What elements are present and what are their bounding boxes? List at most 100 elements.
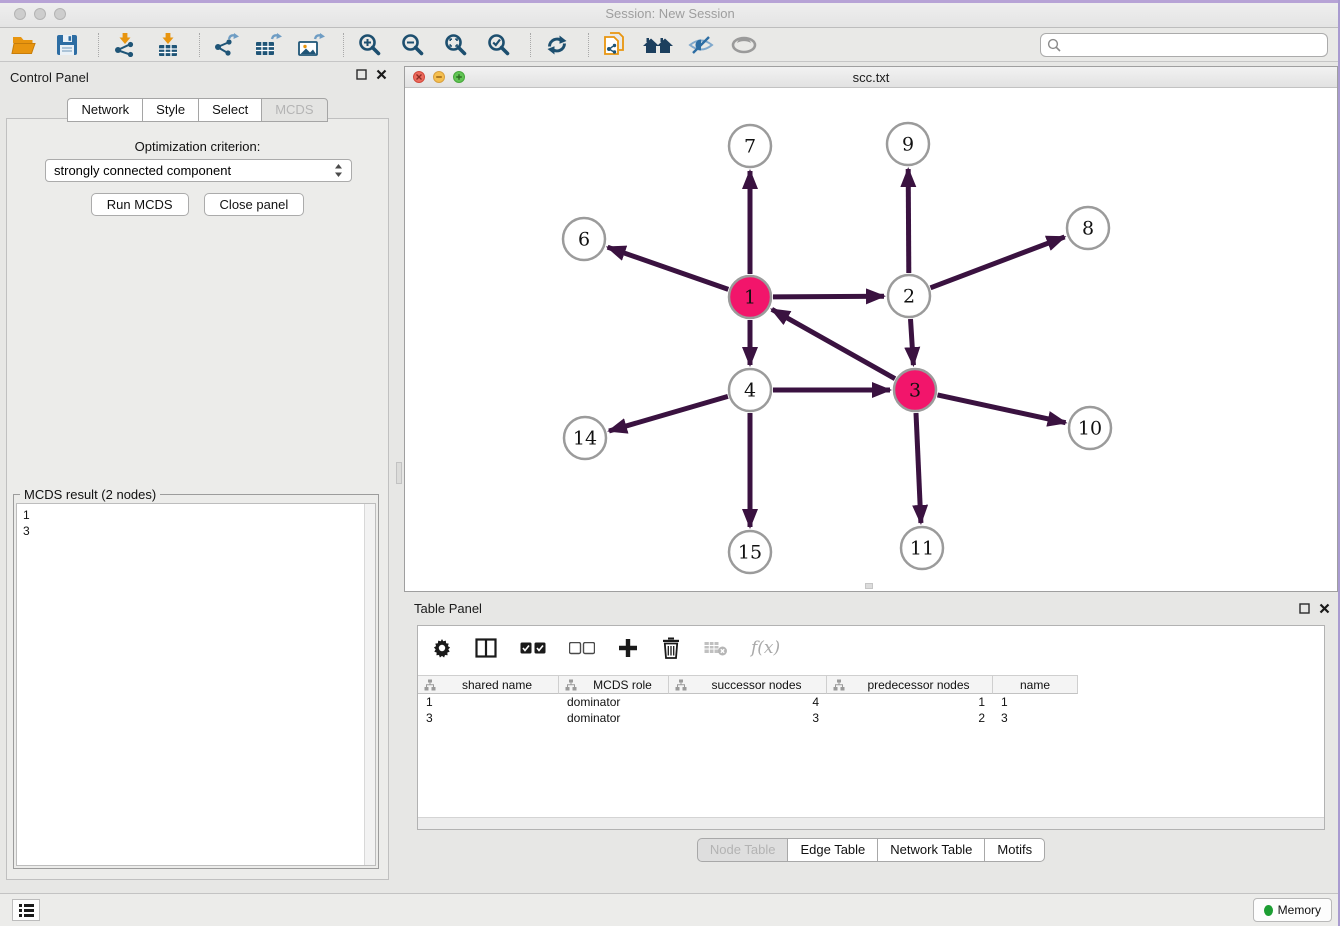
export-network-button[interactable] — [210, 30, 242, 60]
application-window: Session: New Session — [0, 0, 1340, 926]
deselect-all-icon[interactable] — [569, 642, 595, 655]
search-box[interactable] — [1040, 33, 1328, 57]
network-close-icon[interactable] — [413, 71, 425, 83]
table-panel-tabs: Node TableEdge TableNetwork TableMotifs — [404, 838, 1338, 862]
import-table-button[interactable] — [152, 30, 184, 60]
node-label-1: 1 — [744, 287, 756, 309]
close-panel-button[interactable]: Close panel — [204, 193, 305, 216]
delete-table-icon — [704, 640, 728, 656]
edge-2-8[interactable] — [931, 237, 1065, 288]
edge-3-11[interactable] — [916, 413, 921, 523]
tab-motifs[interactable]: Motifs — [984, 838, 1045, 862]
edge-3-10[interactable] — [938, 395, 1066, 423]
zoom-window-icon[interactable] — [54, 8, 66, 20]
cell-MCDS-role[interactable]: dominator — [559, 694, 669, 710]
select-all-icon[interactable] — [520, 642, 546, 655]
column-header-shared-name[interactable]: shared name — [418, 675, 559, 694]
open-session-button[interactable] — [8, 30, 40, 60]
mcds-result-list[interactable]: 13 — [16, 503, 376, 866]
tab-edge-table[interactable]: Edge Table — [787, 838, 877, 862]
cell-successor-nodes[interactable]: 3 — [669, 710, 827, 726]
fit-content-button[interactable] — [440, 30, 472, 60]
node-table[interactable]: shared nameMCDS rolesuccessor nodesprede… — [418, 675, 1324, 726]
close-panel-icon[interactable] — [376, 69, 387, 80]
network-minimize-icon[interactable] — [433, 71, 445, 83]
tab-network-table[interactable]: Network Table — [877, 838, 984, 862]
show-hide-button[interactable] — [728, 30, 760, 60]
add-column-icon[interactable] — [618, 638, 638, 658]
table-header-row[interactable]: shared nameMCDS rolesuccessor nodesprede… — [418, 675, 1324, 694]
table-body[interactable]: 1dominator4113dominator323 — [418, 694, 1324, 726]
edge-1-2[interactable] — [773, 296, 884, 297]
task-history-button[interactable] — [12, 899, 40, 921]
clone-network-button[interactable] — [599, 30, 631, 60]
cell-predecessor-nodes[interactable]: 1 — [827, 694, 993, 710]
graph-edges — [608, 169, 1066, 527]
network-window-titlebar[interactable]: scc.txt — [405, 67, 1337, 88]
export-image-button[interactable] — [296, 30, 328, 60]
cell-name[interactable]: 1 — [993, 694, 1078, 710]
zoom-in-button[interactable] — [354, 30, 386, 60]
control-panel-title: Control Panel — [10, 70, 89, 85]
delete-column-trash-icon[interactable] — [661, 637, 681, 659]
cell-shared-name[interactable]: 1 — [418, 694, 559, 710]
save-session-button[interactable] — [51, 30, 83, 60]
result-line: 3 — [23, 523, 369, 539]
tab-mcds[interactable]: MCDS — [261, 98, 327, 122]
import-network-button[interactable] — [109, 30, 141, 60]
apply-layout-button[interactable] — [541, 30, 573, 60]
tab-select[interactable]: Select — [198, 98, 261, 122]
toggle-graphics-details-button[interactable] — [685, 30, 717, 60]
cell-name[interactable]: 3 — [993, 710, 1078, 726]
column-header-successor-nodes[interactable]: successor nodes — [669, 675, 827, 694]
canvas-resize-grip[interactable] — [865, 583, 873, 589]
tab-network[interactable]: Network — [67, 98, 142, 122]
edge-4-14[interactable] — [609, 396, 728, 431]
refresh-icon — [545, 33, 569, 57]
float-table-panel-icon[interactable] — [1299, 603, 1310, 614]
criterion-dropdown[interactable]: strongly connected component — [45, 159, 352, 182]
tab-node-table[interactable]: Node Table — [697, 838, 788, 862]
network-graph[interactable]: 7968124314101511 — [405, 88, 1337, 591]
zoom-selected-button[interactable] — [483, 30, 515, 60]
cell-shared-name[interactable]: 3 — [418, 710, 559, 726]
list-icon — [18, 903, 35, 918]
export-table-button[interactable] — [253, 30, 285, 60]
memory-button[interactable]: Memory — [1253, 898, 1332, 922]
network-maximize-icon[interactable] — [453, 71, 465, 83]
panel-splitter[interactable] — [395, 62, 404, 893]
window-controls[interactable] — [14, 8, 66, 20]
run-mcds-button[interactable]: Run MCDS — [91, 193, 189, 216]
table-panel: Table Panel — [404, 596, 1338, 893]
table-row[interactable]: 3dominator323 — [418, 710, 1324, 726]
edge-3-1[interactable] — [772, 309, 895, 378]
edge-2-9[interactable] — [908, 169, 909, 273]
splitter-grip-icon[interactable] — [396, 462, 402, 484]
column-header-name[interactable]: name — [993, 675, 1078, 694]
column-header-MCDS-role[interactable]: MCDS role — [559, 675, 669, 694]
network-overview-button[interactable] — [642, 30, 674, 60]
table-hscroll-area[interactable] — [418, 817, 1324, 829]
tab-style[interactable]: Style — [142, 98, 198, 122]
zoom-out-button[interactable] — [397, 30, 429, 60]
network-canvas[interactable]: 7968124314101511 — [405, 88, 1337, 591]
cell-predecessor-nodes[interactable]: 2 — [827, 710, 993, 726]
import-network-icon — [113, 33, 137, 57]
close-table-panel-icon[interactable] — [1319, 603, 1330, 614]
node-label-8: 8 — [1082, 218, 1094, 240]
table-row[interactable]: 1dominator411 — [418, 694, 1324, 710]
cell-successor-nodes[interactable]: 4 — [669, 694, 827, 710]
table-options-gear-icon[interactable] — [432, 638, 452, 658]
cell-MCDS-role[interactable]: dominator — [559, 710, 669, 726]
eye-slash-icon — [688, 34, 714, 56]
edge-2-3[interactable] — [911, 319, 914, 365]
minimize-window-icon[interactable] — [34, 8, 46, 20]
node-label-4: 4 — [744, 380, 756, 402]
float-panel-icon[interactable] — [356, 69, 367, 80]
show-columns-icon[interactable] — [475, 638, 497, 658]
close-window-icon[interactable] — [14, 8, 26, 20]
edge-1-6[interactable] — [608, 247, 729, 289]
column-header-predecessor-nodes[interactable]: predecessor nodes — [827, 675, 993, 694]
search-input[interactable] — [1062, 35, 1327, 55]
result-scrollbar[interactable] — [364, 504, 375, 865]
